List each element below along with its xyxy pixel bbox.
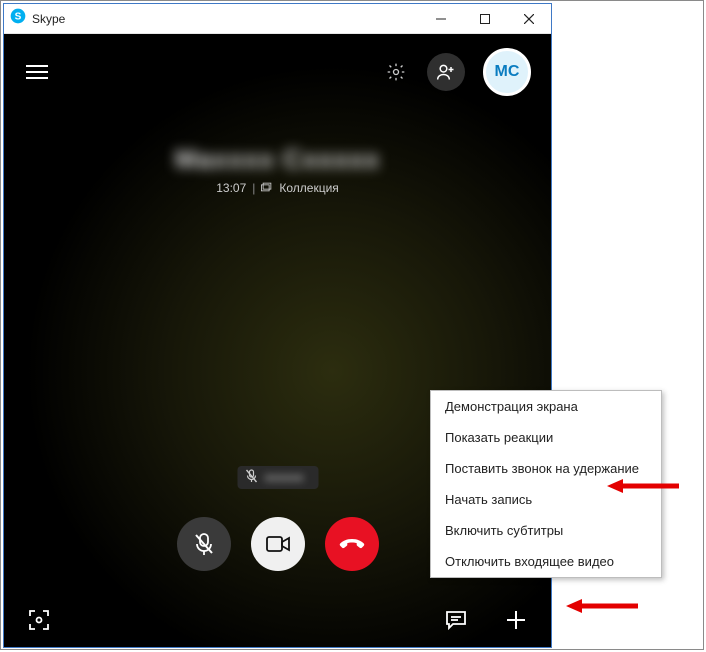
annotation-arrow-recording bbox=[607, 477, 679, 495]
settings-button[interactable] bbox=[383, 59, 409, 85]
title-left: S Skype bbox=[4, 8, 419, 29]
bottom-right-controls bbox=[443, 607, 529, 633]
call-status: Коллекция bbox=[279, 181, 338, 195]
window-controls bbox=[419, 5, 551, 33]
collection-icon bbox=[261, 181, 273, 195]
video-button[interactable] bbox=[251, 517, 305, 571]
mute-button[interactable] bbox=[177, 517, 231, 571]
caller-name: Maxxxx Cxxxxx bbox=[4, 144, 551, 175]
add-participant-button[interactable] bbox=[427, 53, 465, 91]
avatar-initials: MC bbox=[495, 63, 520, 81]
menu-share-screen[interactable]: Демонстрация экрана bbox=[431, 391, 661, 422]
menu-disable-incoming-video[interactable]: Отключить входящее видео bbox=[431, 546, 661, 577]
titlebar: S Skype bbox=[4, 4, 551, 34]
call-time: 13:07 bbox=[216, 181, 246, 195]
top-toolbar: MC bbox=[4, 34, 551, 96]
skype-logo-icon: S bbox=[10, 8, 26, 29]
mic-muted-icon bbox=[245, 469, 257, 486]
participant-muted-badge: xxxxxx bbox=[237, 466, 318, 489]
top-right-controls: MC bbox=[383, 48, 531, 96]
svg-text:S: S bbox=[15, 11, 22, 22]
caller-info: Maxxxx Cxxxxx 13:07 | Коллекция bbox=[4, 144, 551, 197]
separator: | bbox=[252, 181, 255, 195]
menu-button[interactable] bbox=[24, 59, 50, 85]
chat-button[interactable] bbox=[443, 607, 469, 633]
close-button[interactable] bbox=[507, 5, 551, 33]
window-title: Skype bbox=[32, 12, 65, 26]
hangup-button[interactable] bbox=[325, 517, 379, 571]
minimize-button[interactable] bbox=[419, 5, 463, 33]
more-actions-button[interactable] bbox=[503, 607, 529, 633]
muted-label: xxxxxx bbox=[265, 472, 304, 484]
call-controls bbox=[177, 517, 379, 571]
bottom-toolbar bbox=[4, 607, 551, 633]
menu-show-reactions[interactable]: Показать реакции bbox=[431, 422, 661, 453]
avatar[interactable]: MC bbox=[483, 48, 531, 96]
annotation-arrow-plus bbox=[566, 597, 638, 615]
fullscreen-button[interactable] bbox=[26, 607, 52, 633]
maximize-button[interactable] bbox=[463, 5, 507, 33]
menu-enable-subtitles[interactable]: Включить субтитры bbox=[431, 515, 661, 546]
caller-subline: 13:07 | Коллекция bbox=[216, 181, 339, 195]
